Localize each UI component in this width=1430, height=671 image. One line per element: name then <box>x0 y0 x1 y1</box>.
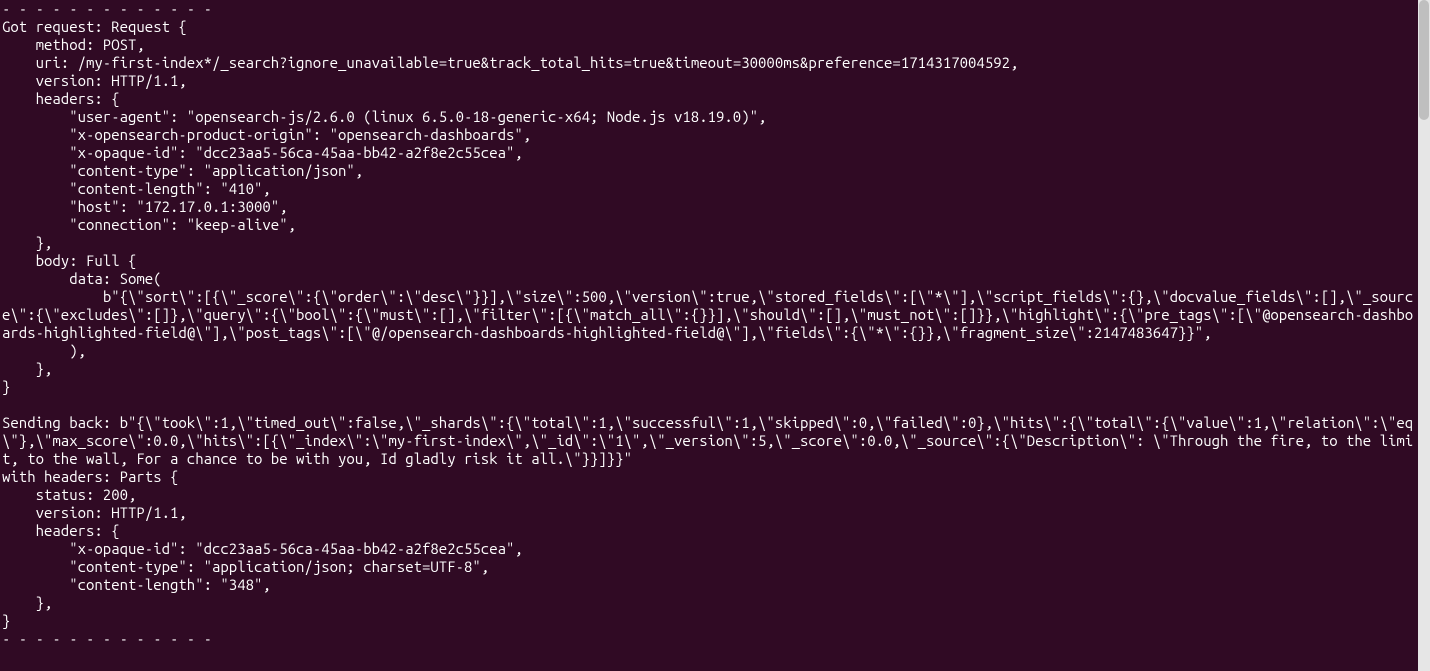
terminal-text: - - - - - - - - - - - - - Got request: R… <box>2 0 1413 647</box>
vertical-scrollbar[interactable] <box>1418 0 1430 671</box>
scrollbar-thumb[interactable] <box>1419 0 1429 120</box>
terminal-output[interactable]: - - - - - - - - - - - - - Got request: R… <box>0 0 1418 671</box>
